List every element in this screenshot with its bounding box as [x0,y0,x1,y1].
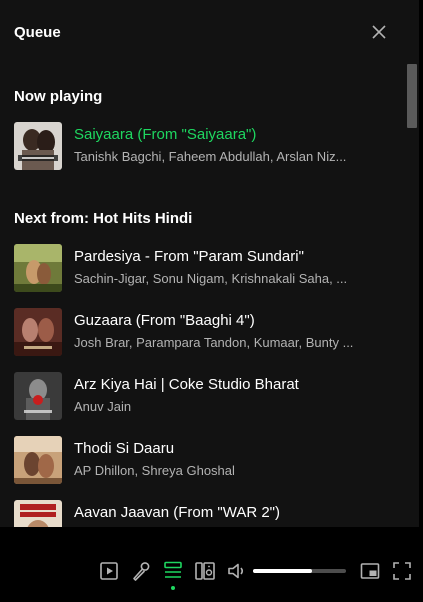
playback-controls-bar [0,527,423,602]
volume-icon [228,563,244,579]
close-button[interactable] [369,22,389,42]
active-indicator [171,586,175,590]
close-icon [372,25,386,39]
queue-track[interactable]: Aavan Jaavan (From "WAR 2") [14,500,394,527]
track-title[interactable]: Thodi Si Daaru [74,440,174,457]
track-title[interactable]: Saiyaara (From "Saiyaara") [74,126,256,143]
album-art [14,308,62,356]
track-artists[interactable]: Anuv Jain [74,399,374,414]
album-art [14,500,62,527]
queue-icon [164,561,182,578]
queue-track[interactable]: Guzaara (From "Baaghi 4") Josh Brar, Par… [14,308,394,356]
now-playing-heading: Now playing [14,88,103,105]
now-playing-track[interactable]: Saiyaara (From "Saiyaara") Tanishk Bagch… [14,122,394,170]
track-title[interactable]: Aavan Jaavan (From "WAR 2") [74,504,280,521]
queue-title: Queue [14,24,61,41]
now-playing-view-icon [100,562,118,580]
album-art [14,372,62,420]
now-playing-view-button[interactable] [98,560,120,582]
track-artists[interactable]: Josh Brar, Parampara Tandon, Kumaar, Bun… [74,335,374,350]
connect-device-button[interactable] [194,560,216,582]
track-title[interactable]: Arz Kiya Hai | Coke Studio Bharat [74,376,299,393]
fullscreen-icon [393,562,411,580]
album-art [14,122,62,170]
miniplayer-icon [360,563,380,579]
queue-track[interactable]: Arz Kiya Hai | Coke Studio Bharat Anuv J… [14,372,394,420]
track-title[interactable]: Pardesiya - From "Param Sundari" [74,248,304,265]
lyrics-button[interactable] [130,560,152,582]
track-artists[interactable]: Tanishk Bagchi, Faheem Abdullah, Arslan … [74,149,374,164]
album-art [14,244,62,292]
lyrics-icon [133,562,150,581]
queue-header: Queue [14,22,405,44]
queue-button[interactable] [162,560,184,590]
volume-slider[interactable] [253,569,346,573]
album-art [14,436,62,484]
track-artists[interactable]: AP Dhillon, Shreya Ghoshal [74,463,374,478]
miniplayer-button[interactable] [359,560,381,582]
queue-panel: Queue Now playing Saiyaara (From "Saiyaa… [0,0,419,527]
volume-button[interactable] [226,560,248,582]
scrollbar-thumb[interactable] [407,64,417,128]
track-title[interactable]: Guzaara (From "Baaghi 4") [74,312,255,329]
track-artists[interactable]: Sachin-Jigar, Sonu Nigam, Krishnakali Sa… [74,271,374,286]
queue-track[interactable]: Pardesiya - From "Param Sundari" Sachin-… [14,244,394,292]
next-from-heading: Next from: Hot Hits Hindi [14,210,193,227]
queue-track[interactable]: Thodi Si Daaru AP Dhillon, Shreya Ghosha… [14,436,394,484]
connect-device-icon [195,562,215,580]
volume-fill [253,569,312,573]
fullscreen-button[interactable] [391,560,413,582]
